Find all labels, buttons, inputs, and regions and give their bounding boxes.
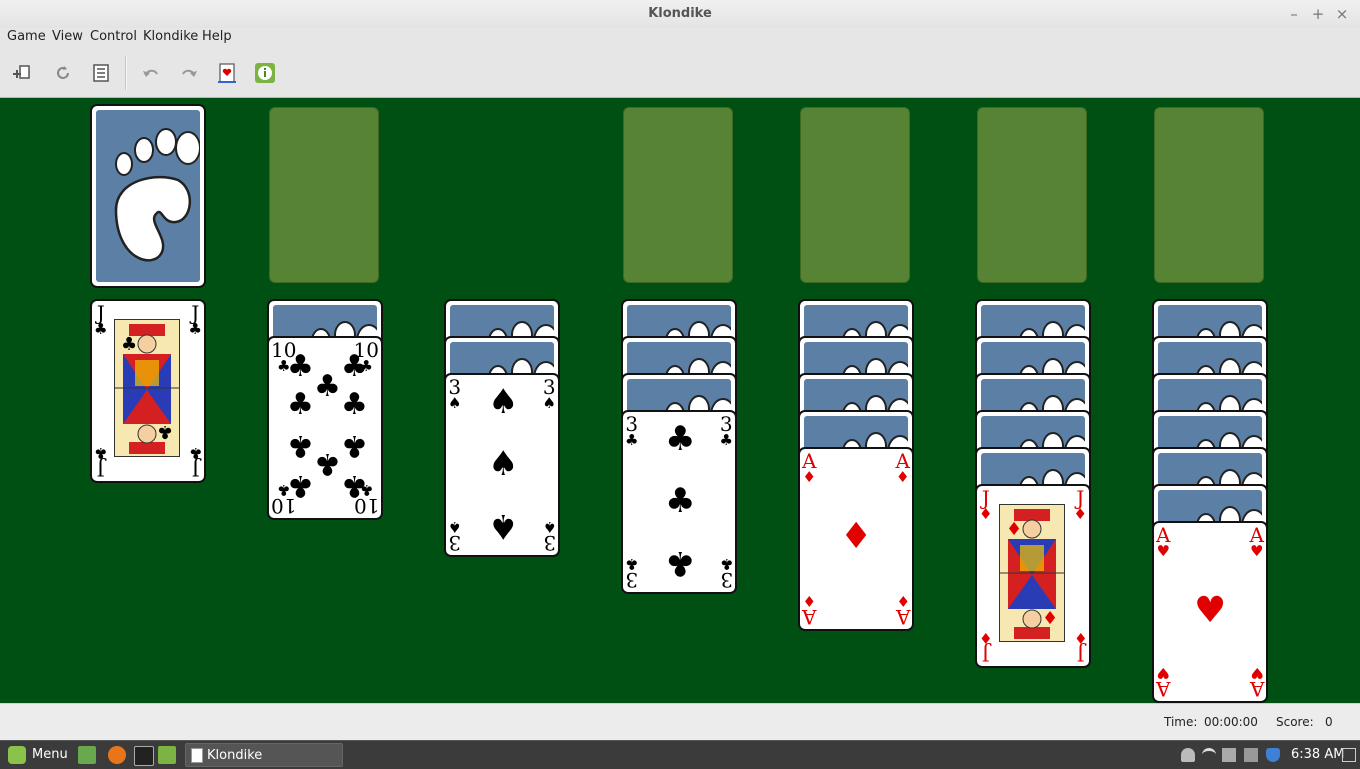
card-pip: ♣ [665, 419, 696, 459]
card-pip: ♣ [287, 387, 314, 422]
new-game-icon[interactable] [11, 60, 37, 86]
jack-face-art: ♦ ♦ [999, 504, 1065, 642]
firefox-icon[interactable] [108, 746, 126, 764]
foundation-4[interactable] [1154, 107, 1264, 283]
card-rank: J ♣ [188, 444, 202, 481]
card-pip: ♣ [341, 428, 368, 463]
select-game-icon[interactable] [88, 60, 114, 86]
toolbar-separator [125, 56, 127, 90]
card-pip: ♣ [287, 428, 314, 463]
time-label: Time: [1164, 715, 1198, 729]
minimize-button[interactable]: – [1284, 4, 1304, 24]
battery-icon[interactable] [1244, 748, 1258, 762]
toolbar [0, 48, 1360, 98]
jack-face-art: ♣ ♣ [114, 319, 180, 457]
restart-icon[interactable] [50, 60, 76, 86]
tableau-1-top-card[interactable]: J ♣ J ♣ J ♣ J ♣ ♣ ♣ [90, 299, 206, 483]
window-title: Klondike [648, 6, 712, 21]
card-pip: ♠ [488, 444, 519, 484]
card-pip: ♣ [314, 369, 341, 404]
menu-view[interactable]: View [52, 29, 83, 44]
score-value: 0 [1325, 715, 1333, 729]
user-icon[interactable] [1181, 748, 1195, 762]
foundation-2[interactable] [800, 107, 910, 283]
menu-button[interactable]: Menu [32, 747, 68, 762]
terminal-icon[interactable] [134, 746, 154, 766]
menu-klondike[interactable]: Klondike [143, 29, 198, 44]
card-rank: J ♣ [94, 444, 108, 481]
game-board: J ♣ J ♣ J ♣ J ♣ ♣ ♣ 10 ♣ 10 ♣ 10 ♣ 10 ♣ … [0, 98, 1360, 703]
foundation-3[interactable] [977, 107, 1087, 283]
card-rank: J ♣ [188, 301, 202, 338]
gnome-foot-icon [114, 128, 200, 262]
clock[interactable]: 6:38 AM [1291, 747, 1344, 762]
card-pip: ♣ [314, 446, 341, 481]
network-icon[interactable] [1202, 748, 1216, 765]
stock-pile[interactable] [90, 104, 206, 288]
menu-control[interactable]: Control [90, 29, 137, 44]
files-icon[interactable] [158, 746, 176, 764]
card-pip: ♠ [488, 382, 519, 422]
status-bar: Time: 00:00:00 Score: 0 [0, 703, 1360, 741]
maximize-button[interactable]: + [1308, 4, 1328, 24]
tableau-7-top-card[interactable]: A ♥ A ♥ A ♥ A ♥ ♥ [1152, 521, 1268, 703]
card-pip: ♦ [840, 516, 873, 557]
menu-game[interactable]: Game [7, 29, 46, 44]
tableau-3-top-card[interactable]: 3 ♠ 3 ♠ 3 ♠ 3 ♠ ♠ ♠ ♠ [444, 373, 560, 557]
foundation-1[interactable] [623, 107, 733, 283]
card-pip: ♣ [341, 468, 368, 503]
taskbar-item-label: Klondike [207, 748, 263, 763]
title-bar: Klondike – + × [0, 0, 1360, 28]
card-rank: J ♣ [94, 301, 108, 338]
mint-menu-icon[interactable] [8, 746, 26, 764]
menu-bar: Game View Control Klondike Help [0, 28, 1360, 48]
tableau-5-top-card[interactable]: A ♦ A ♦ A ♦ A ♦ ♦ [798, 447, 914, 631]
card-pip: ♠ [488, 506, 519, 546]
waste-pile[interactable] [269, 107, 379, 283]
tableau-6-top-card[interactable]: J ♦ J ♦ J ♦ J ♦ ♦ ♦ [975, 484, 1091, 668]
close-button[interactable]: × [1332, 4, 1352, 24]
menu-help[interactable]: Help [202, 29, 232, 44]
update-shield-icon[interactable] [1266, 748, 1280, 762]
tableau-4-top-card[interactable]: 3 ♣ 3 ♣ 3 ♣ 3 ♣ ♣ ♣ ♣ [621, 410, 737, 594]
taskbar-item-klondike[interactable]: Klondike [185, 743, 343, 767]
hint-icon[interactable] [252, 60, 278, 86]
time-value: 00:00:00 [1204, 715, 1258, 729]
score-label: Score: [1276, 715, 1314, 729]
redo-icon[interactable] [176, 60, 202, 86]
card-pip: ♣ [665, 481, 696, 521]
card-pip: ♥ [1194, 590, 1227, 631]
volume-icon[interactable] [1222, 748, 1236, 762]
card-pip: ♣ [287, 468, 314, 503]
card-pip: ♣ [287, 349, 314, 384]
taskbar: Menu Klondike 6:38 AM [0, 740, 1360, 769]
card-pip: ♣ [665, 543, 696, 583]
show-desktop-icon[interactable] [78, 746, 96, 764]
tableau-2-top-card[interactable]: 10 ♣ 10 ♣ 10 ♣ 10 ♣ ♣ ♣ ♣ ♣ ♣ ♣ ♣ ♣ ♣ ♣ [267, 336, 383, 520]
deal-icon[interactable] [214, 60, 240, 86]
card-pip: ♣ [341, 387, 368, 422]
workspace-icon[interactable] [1342, 748, 1356, 762]
card-pip: ♣ [341, 349, 368, 384]
klondike-app-icon [191, 748, 203, 763]
undo-icon[interactable] [138, 60, 164, 86]
